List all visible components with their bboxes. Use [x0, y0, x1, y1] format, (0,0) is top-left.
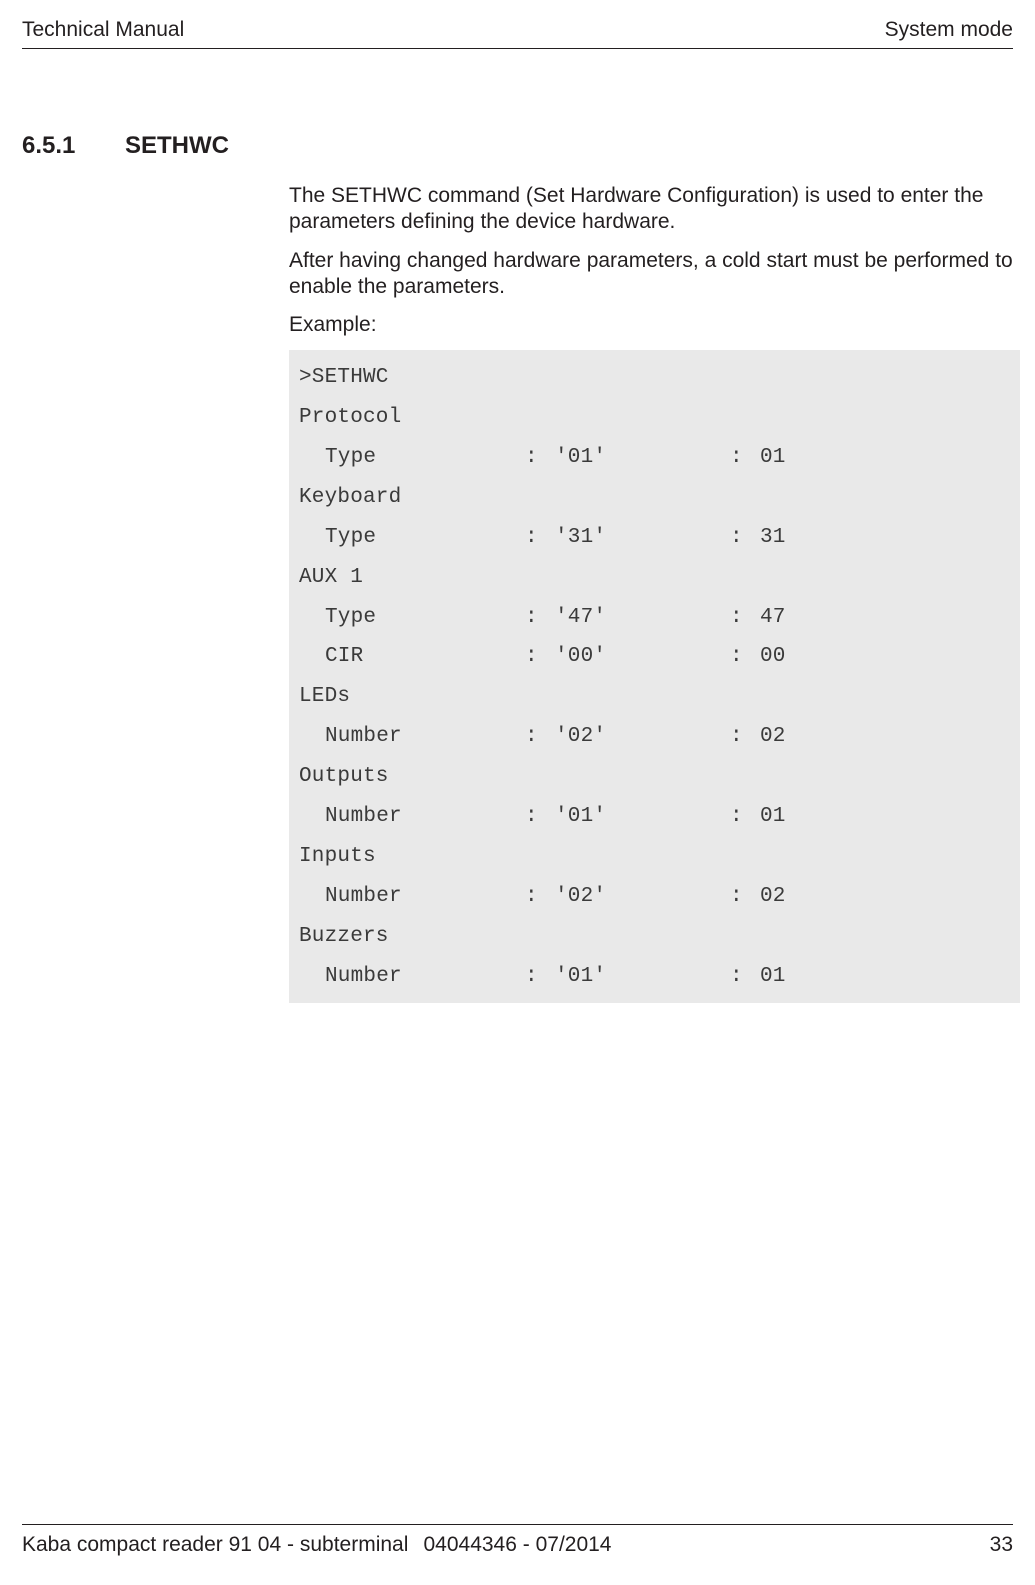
code-cell: : [730, 797, 760, 837]
code-cell: : [525, 877, 555, 917]
code-section-title: AUX 1 [299, 558, 1010, 598]
code-section-title: Buzzers [299, 917, 1010, 957]
code-row: Number: '01': 01 [299, 957, 1010, 997]
code-cell: '00' [555, 637, 730, 677]
code-cell: '47' [555, 598, 730, 638]
code-cell [299, 797, 325, 837]
code-cell: Number [325, 797, 525, 837]
code-row: Type: '47': 47 [299, 598, 1010, 638]
code-cell: '31' [555, 518, 730, 558]
code-cell [299, 438, 325, 478]
code-cell [299, 637, 325, 677]
code-cell: : [525, 957, 555, 997]
code-cell: Number [325, 717, 525, 757]
code-row: CIR: '00': 00 [299, 637, 1010, 677]
header-left: Technical Manual [22, 18, 184, 42]
code-cell: '02' [555, 717, 730, 757]
code-cell: : [730, 438, 760, 478]
paragraph: The SETHWC command (Set Hardware Configu… [289, 183, 1020, 236]
code-cell: 00 [760, 637, 786, 677]
footer-left: Kaba compact reader 91 04 - subterminal [22, 1533, 408, 1557]
footer-page: 33 [990, 1533, 1013, 1557]
section-heading: 6.5.1 SETHWC [22, 132, 229, 160]
code-cell: : [730, 637, 760, 677]
code-cell: : [525, 717, 555, 757]
code-cell: : [525, 518, 555, 558]
code-cell: 01 [760, 438, 786, 478]
code-row: Type: '31': 31 [299, 518, 1010, 558]
code-cell: : [730, 518, 760, 558]
paragraph: Example: [289, 312, 1020, 338]
paragraph: After having changed hardware parameters… [289, 248, 1020, 301]
code-cell: 01 [760, 797, 786, 837]
code-cell: '02' [555, 877, 730, 917]
code-section-title: Outputs [299, 757, 1010, 797]
code-cell: : [525, 598, 555, 638]
code-cell: : [525, 438, 555, 478]
code-section-title: Inputs [299, 837, 1010, 877]
code-cell: Type [325, 598, 525, 638]
code-cell: : [730, 877, 760, 917]
page-footer: Kaba compact reader 91 04 - subterminal … [22, 1524, 1013, 1557]
code-cell: : [730, 598, 760, 638]
code-example: >SETHWCProtocolType: '01': 01KeyboardTyp… [289, 350, 1020, 1002]
code-cell: CIR [325, 637, 525, 677]
code-cell: Number [325, 957, 525, 997]
code-cell: : [730, 957, 760, 997]
code-section-title: Protocol [299, 398, 1010, 438]
code-cell: Type [325, 438, 525, 478]
code-cell [299, 957, 325, 997]
code-cell: 01 [760, 957, 786, 997]
code-cell: : [525, 797, 555, 837]
code-prompt: >SETHWC [299, 358, 1010, 398]
heading-title: SETHWC [125, 132, 229, 160]
code-cell: 02 [760, 717, 786, 757]
code-section-title: LEDs [299, 677, 1010, 717]
code-row: Number: '02': 02 [299, 877, 1010, 917]
code-cell [299, 518, 325, 558]
code-cell: : [525, 637, 555, 677]
code-cell: Number [325, 877, 525, 917]
code-cell: : [730, 717, 760, 757]
header-right: System mode [885, 18, 1013, 42]
code-row: Number: '01': 01 [299, 797, 1010, 837]
code-row: Number: '02': 02 [299, 717, 1010, 757]
code-cell: 47 [760, 598, 786, 638]
body-content: The SETHWC command (Set Hardware Configu… [289, 183, 1020, 1003]
code-cell: '01' [555, 957, 730, 997]
code-row: Type: '01': 01 [299, 438, 1010, 478]
code-cell [299, 877, 325, 917]
code-cell: Type [325, 518, 525, 558]
code-cell: '01' [555, 797, 730, 837]
code-cell: 31 [760, 518, 786, 558]
page-header: Technical Manual System mode [22, 18, 1013, 49]
code-cell: '01' [555, 438, 730, 478]
code-cell [299, 717, 325, 757]
code-cell [299, 598, 325, 638]
code-section-title: Keyboard [299, 478, 1010, 518]
heading-number: 6.5.1 [22, 132, 125, 160]
code-cell: 02 [760, 877, 786, 917]
